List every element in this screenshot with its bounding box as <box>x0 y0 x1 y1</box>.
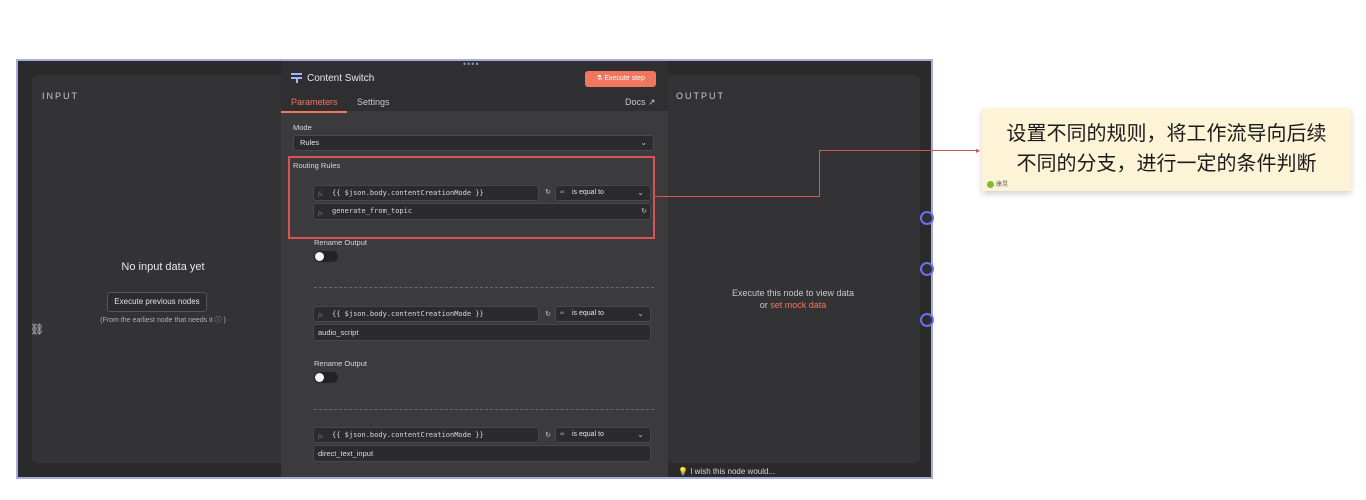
rule-2-operator-select[interactable]: ᴬᴮ is equal to ⌄ <box>555 306 651 322</box>
rule-divider <box>314 409 654 410</box>
rule-3-operator: is equal to <box>572 431 604 438</box>
earliest-node-hint: (From the earliest node that needs it ⓘ … <box>100 317 226 324</box>
external-link-icon: ↗ <box>648 97 656 107</box>
active-tab-indicator <box>281 111 347 113</box>
refresh-icon[interactable]: ↻ <box>543 431 553 441</box>
node-title: Content Switch <box>307 73 375 84</box>
globe-icon[interactable] <box>920 211 934 225</box>
refresh-icon[interactable]: ↻ <box>543 310 553 320</box>
toggle-knob <box>315 373 324 382</box>
feedback-wish-link[interactable]: 💡 I wish this node would... <box>678 467 775 476</box>
chevron-down-icon: ⌄ <box>637 309 644 318</box>
annotation-note: 设置不同的规则，将工作流导向后续 不同的分支，进行一定的条件判断 康晃 <box>982 108 1351 191</box>
rename-output-toggle[interactable] <box>314 372 338 383</box>
tab-settings[interactable]: Settings <box>357 97 390 107</box>
globe-icon[interactable] <box>920 262 934 276</box>
output-panel: OUTPUT Execute this node to view data or… <box>666 75 920 463</box>
fx-icon: fx <box>318 433 323 440</box>
docs-label: Docs <box>625 97 646 107</box>
fx-icon: fx <box>318 312 323 319</box>
docs-link[interactable]: Docs ↗ <box>625 97 656 108</box>
switch-icon <box>291 73 302 83</box>
execute-step-button[interactable]: ⚗ Execute step <box>585 71 656 87</box>
input-panel: INPUT No input data yet Execute previous… <box>32 75 294 463</box>
execute-node-hint: Execute this node to view data <box>731 288 855 298</box>
rule-2-left-text: {{ $json.body.contentCreationMode }} <box>332 310 484 318</box>
rule-3-operator-select[interactable]: ᴬᴮ is equal to ⌄ <box>555 427 651 443</box>
note-author: 康晃 <box>987 179 1008 188</box>
toggle-knob <box>315 252 324 261</box>
execute-step-label: Execute step <box>604 75 645 82</box>
execute-previous-nodes-button[interactable]: Execute previous nodes <box>107 292 207 312</box>
input-panel-title: INPUT <box>42 91 79 101</box>
tab-parameters[interactable]: Parameters <box>291 97 338 107</box>
globe-icon[interactable] <box>920 313 934 327</box>
annotation-connector <box>819 150 820 197</box>
avatar <box>987 180 994 188</box>
drag-handle[interactable]: •••• <box>463 59 480 69</box>
note-line-2: 不同的分支，进行一定的条件判断 <box>1016 151 1317 175</box>
rule-3-left-text: {{ $json.body.contentCreationMode }} <box>332 431 484 439</box>
rename-output-label: Rename Output <box>314 359 367 368</box>
rule-3-left-value[interactable]: fx {{ $json.body.contentCreationMode }} <box>313 427 539 443</box>
rule-2-right-value[interactable]: audio_script <box>313 324 651 341</box>
note-line-1: 设置不同的规则，将工作流导向后续 <box>1006 121 1327 145</box>
no-input-message: No input data yet <box>121 261 205 273</box>
string-type-icon: ᴬᴮ <box>560 311 565 317</box>
rename-output-toggle[interactable] <box>314 251 338 262</box>
rule-2-operator: is equal to <box>572 310 604 317</box>
output-panel-title: OUTPUT <box>676 91 725 101</box>
mock-data-hint: or set mock data <box>666 300 920 310</box>
wish-text: I wish this node would... <box>690 467 776 476</box>
chevron-down-icon: ⌄ <box>637 430 644 439</box>
mode-select[interactable]: Rules ⌄ <box>293 135 654 151</box>
rule-3-right-value[interactable]: direct_text_input <box>313 445 651 462</box>
link-icon: ⛓ <box>30 324 44 336</box>
rule-divider <box>314 287 654 288</box>
string-type-icon: ᴬᴮ <box>560 432 565 438</box>
mode-value: Rules <box>300 138 320 147</box>
ndv-frame: INPUT No input data yet Execute previous… <box>16 59 933 479</box>
set-mock-data-link[interactable]: set mock data <box>770 300 826 310</box>
annotation-connector <box>819 150 979 151</box>
annotation-connector <box>655 196 820 197</box>
author-name: 康晃 <box>996 182 1009 188</box>
chevron-down-icon: ⌄ <box>640 138 647 147</box>
arrow-right-icon: ▸ <box>976 146 981 155</box>
rule-2-left-value[interactable]: fx {{ $json.body.contentCreationMode }} <box>313 306 539 322</box>
rename-output-label: Rename Output <box>314 238 367 247</box>
mock-data-prefix: or <box>759 300 771 310</box>
node-parameters-panel: Content Switch ⚗ Execute step Parameters… <box>281 61 668 477</box>
routing-rules-highlight <box>288 156 655 239</box>
mode-label: Mode <box>293 123 312 132</box>
